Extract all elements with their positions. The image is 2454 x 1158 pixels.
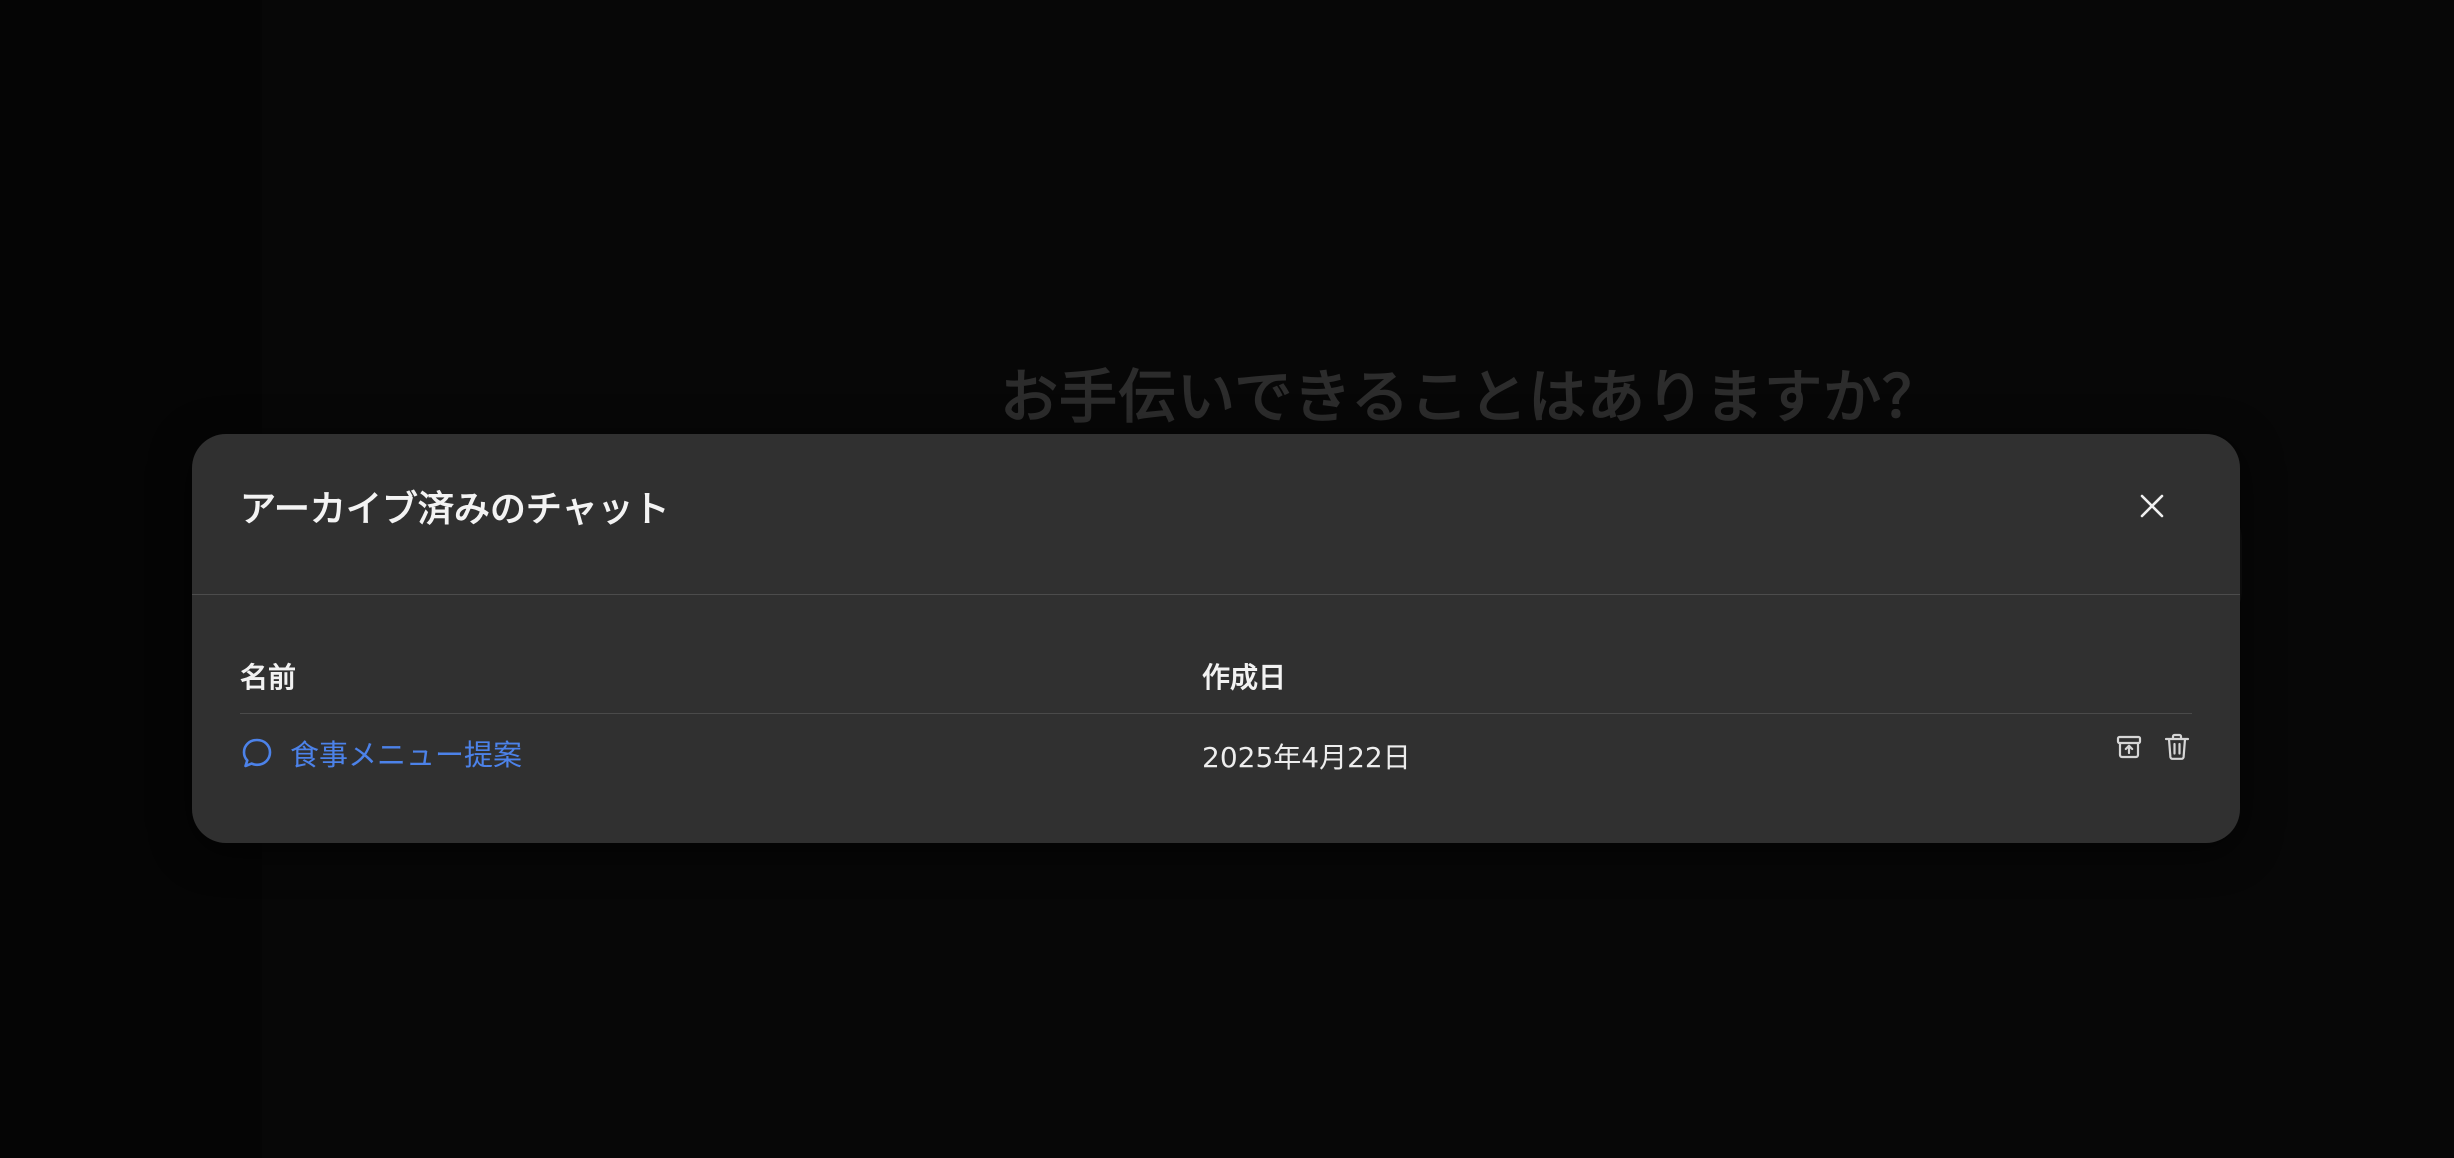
- archived-chats-dialog: アーカイブ済みのチャット 名前 作成日 食事メニュー提案 2025年4月22日: [192, 434, 2240, 843]
- archived-chats-table: 名前 作成日 食事メニュー提案 2025年4月22日: [240, 650, 2192, 794]
- row-actions: [2114, 731, 2192, 763]
- column-header-created: 作成日: [1202, 661, 1287, 694]
- unarchive-icon: [2116, 735, 2142, 759]
- chat-title: 食事メニュー提案: [290, 738, 523, 772]
- close-button[interactable]: [2126, 480, 2178, 532]
- app-page: お手伝いできることはありますか？ アーカイブ済みのチャット 名前 作成日 食事メ…: [0, 0, 2454, 1158]
- chat-link[interactable]: 食事メニュー提案: [240, 732, 522, 774]
- table-header: 名前 作成日: [240, 650, 2192, 714]
- chat-bubble-icon: [240, 736, 274, 770]
- dialog-header: アーカイブ済みのチャット: [192, 434, 2240, 595]
- trash-icon: [2164, 733, 2190, 760]
- column-header-name: 名前: [240, 661, 297, 694]
- dialog-title: アーカイブ済みのチャット: [240, 489, 670, 530]
- chat-created-date: 2025年4月22日: [1202, 741, 1411, 774]
- unarchive-button[interactable]: [2114, 731, 2144, 763]
- background-heading: お手伝いできることはありますか？: [1000, 363, 1942, 431]
- table-row: 食事メニュー提案 2025年4月22日: [240, 714, 2192, 794]
- delete-button[interactable]: [2162, 731, 2192, 763]
- close-icon: [2140, 494, 2164, 518]
